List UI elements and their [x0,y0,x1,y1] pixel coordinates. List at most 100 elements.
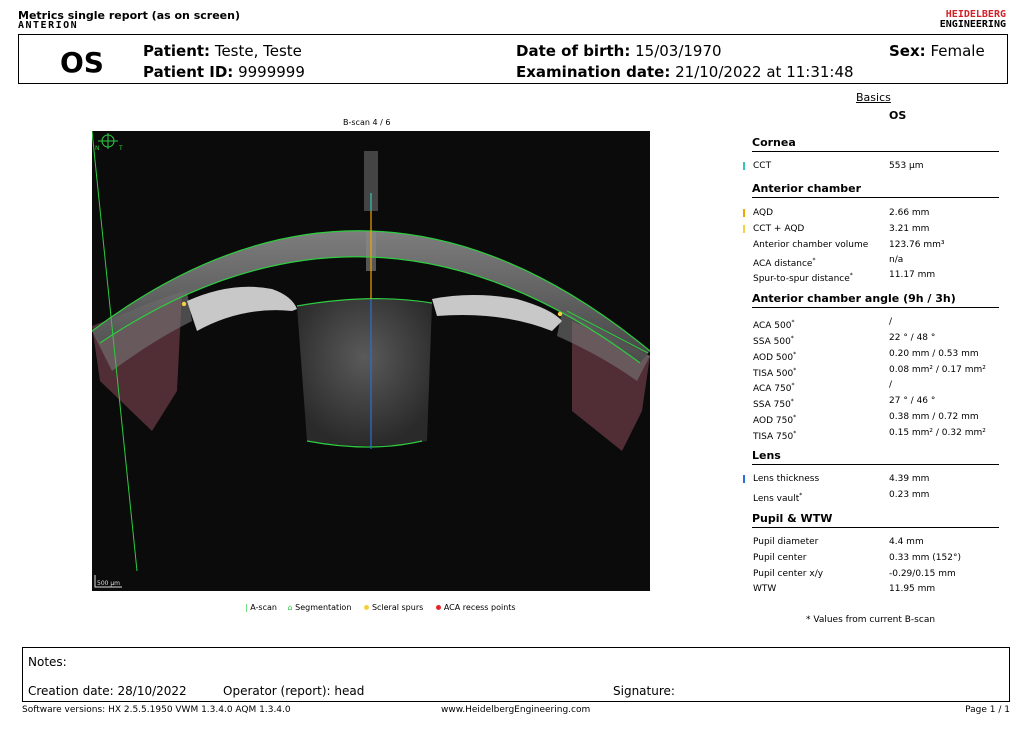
panel-eye-label: OS [889,109,907,122]
scleral-spurs-legend-icon [363,605,369,610]
scale-bar-label: 500 µm [97,580,120,587]
metric-value: 22 ° / 48 ° [889,333,936,343]
lens [297,298,432,446]
sex-label: Sex: [889,42,926,60]
sex-row: Sex: Female [889,41,985,61]
basics-tab[interactable]: Basics [856,91,891,104]
marker-icon [743,209,745,217]
metric-label: Spur-to-spur distance* [753,272,853,284]
metric-label: SSA 500* [753,335,794,347]
metric-label: ACA 750* [753,382,795,394]
dob-row: Date of birth: 15/03/1970 [516,41,722,61]
ascan-legend-icon: | [245,603,248,612]
metric-value: 0.15 mm² / 0.32 mm² [889,428,986,438]
metric-value: 11.95 mm [889,584,936,594]
current-bscan-star: * [793,351,797,358]
page-number: Page 1 / 1 [965,705,1010,715]
orientation-n: N [95,145,100,152]
metric-label: ACA 500* [753,319,795,331]
dob-label: Date of birth: [516,42,631,60]
footnote: * Values from current B-scan [806,615,936,625]
bscan-index: B-scan 4 / 6 [343,118,391,127]
metric-label: Lens thickness [753,474,820,484]
section-title-angle: Anterior chamber angle (9h / 3h) [752,292,999,308]
metric-value: n/a [889,255,904,265]
current-bscan-star: * [791,382,795,389]
scleral-spurs-legend-label: Scleral spurs [371,603,424,612]
metric-label: Pupil diameter [753,537,819,547]
current-bscan-star: * [799,492,803,499]
metric-label: TISA 750* [753,430,797,442]
patient-name: Teste, Teste [214,42,302,60]
metric-value: 2.66 mm [889,208,930,218]
software-versions: Software versions: HX 2.5.5.1950 VWM 1.3… [22,705,291,715]
eye-label: OS [60,46,104,79]
metric-value: 0.33 mm (152°) [889,553,961,563]
logo-line-2: ENGINEERING [939,19,1006,30]
metric-value: / [889,317,893,327]
current-bscan-star: * [812,257,816,264]
section-title-cornea: Cornea [752,136,999,152]
patient-id-label: Patient ID: [143,63,234,81]
metric-value: 0.38 mm / 0.72 mm [889,412,979,422]
current-bscan-star: * [790,398,794,405]
metric-label: SSA 750* [753,398,794,410]
signature-label: Signature: [613,684,675,698]
image-legend: | A-scan ⌂ Segmentation Scleral spurs AC… [245,603,516,612]
metric-label: Lens vault* [753,492,803,504]
heidelberg-logo: HEIDELBERG ENGINEERING [940,10,1006,30]
patient-name-label: Patient: [143,42,211,60]
metric-label: Pupil center x/y [753,569,824,579]
current-bscan-star: * [793,367,797,374]
oct-bscan-image[interactable]: N T 500 µm [92,131,650,591]
marker-icon [743,475,745,483]
iris-left [187,286,297,331]
current-bscan-star: * [793,430,797,437]
metric-label: AQD [753,208,774,218]
metric-label: CCT + AQD [753,224,805,234]
orientation-marker [98,133,118,149]
section-title-pupil: Pupil & WTW [752,512,999,528]
metric-label: CCT [753,161,772,171]
aca-recess-legend-label: ACA recess points [443,603,516,612]
scleral-spur-right [557,311,563,317]
aca-recess-legend-icon [435,605,441,610]
metric-value: 3.21 mm [889,224,930,234]
metric-label: AOD 750* [753,414,797,426]
exam-date-row: Examination date: 21/10/2022 at 11:31:48 [516,62,854,82]
patient-id: 9999999 [238,63,305,81]
metric-value: 0.23 mm [889,490,930,500]
metric-label: TISA 500* [753,367,797,379]
marker-icon [743,162,745,170]
metric-value: 4.4 mm [889,537,924,547]
operator: Operator (report): head [223,684,365,698]
current-bscan-star: * [849,272,853,279]
exam-date-label: Examination date: [516,63,671,81]
creation-date: Creation date: 28/10/2022 [28,684,187,698]
metric-value: 0.20 mm / 0.53 mm [889,349,979,359]
metric-value: / [889,380,893,390]
current-bscan-star: * [790,335,794,342]
marker-icon [743,225,745,233]
metric-value: 27 ° / 46 ° [889,396,936,406]
metric-value: 4.39 mm [889,474,930,484]
metric-label: ACA distance* [753,257,816,269]
metric-value: -0.29/0.15 mm [889,569,956,579]
orientation-t: T [118,145,123,152]
metric-label: Anterior chamber volume [753,240,869,250]
scleral-spur-left [181,301,187,307]
metric-label: Pupil center [753,553,807,563]
patient-name-row: Patient: Teste, Teste [143,41,302,61]
website-link[interactable]: www.HeidelbergEngineering.com [441,705,590,715]
metric-value: 123.76 mm³ [889,240,945,250]
metric-label: WTW [753,584,777,594]
section-title-anterior-chamber: Anterior chamber [752,182,999,198]
anterion-brand: ANTERION [18,20,79,31]
metric-value: 0.08 mm² / 0.17 mm² [889,365,986,375]
metric-value: 11.17 mm [889,270,936,280]
current-bscan-star: * [791,319,795,326]
metric-value: 553 µm [889,161,924,171]
sex-value: Female [930,42,985,60]
section-title-lens: Lens [752,449,999,465]
metric-label: AOD 500* [753,351,797,363]
